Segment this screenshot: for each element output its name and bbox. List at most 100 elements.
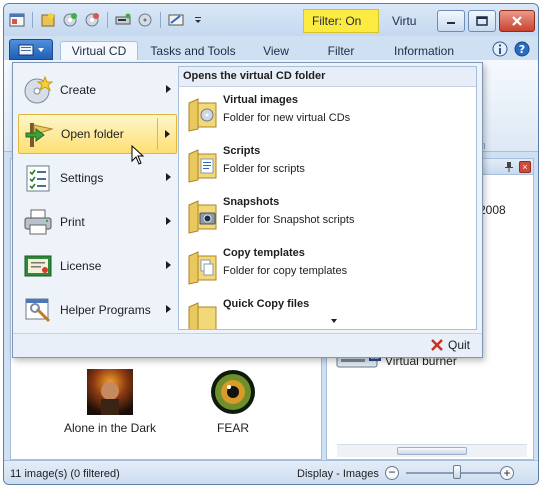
license-certificate-icon [22, 250, 54, 282]
submenu-item-scripts[interactable]: Scripts Folder for scripts [183, 142, 473, 190]
folder-camera-icon [188, 200, 217, 234]
maximize-icon [476, 16, 488, 26]
eject-disc-icon[interactable] [83, 11, 101, 29]
submenu-arrow-icon [166, 305, 171, 313]
quit-label: Quit [447, 338, 470, 352]
app-icon[interactable] [8, 11, 26, 29]
submenu-item-title: Quick Copy files [223, 298, 310, 310]
tab-filter[interactable]: Filter [316, 41, 366, 60]
library-item[interactable]: Alone in the Dark [55, 369, 165, 435]
insert-disc-icon[interactable] [61, 11, 79, 29]
submenu-header: Opens the virtual CD folder [179, 67, 476, 87]
folder-quickcopy-icon [188, 302, 217, 329]
scrollbar-thumb[interactable] [397, 447, 467, 455]
chevron-down-icon [38, 47, 44, 52]
submenu-item-description: Folder for new virtual CDs [223, 112, 351, 124]
minimize-button[interactable] [437, 10, 465, 32]
game-cover-icon [87, 369, 133, 415]
menu-item-open-folder[interactable]: Open folder [18, 114, 177, 154]
eye-cover-icon [210, 369, 256, 415]
close-button[interactable] [499, 10, 535, 32]
menu-item-label: Print [60, 215, 85, 229]
image-count-status: 11 image(s) (0 filtered) [10, 468, 120, 480]
menu-item-label: Open folder [61, 127, 124, 141]
info-icon[interactable] [492, 41, 508, 57]
submenu-arrow-icon [165, 130, 170, 138]
quit-icon [431, 339, 443, 351]
ribbon-tab-bar: Virtual CD Tasks and Tools View Filter I… [4, 36, 538, 60]
zoom-in-button[interactable]: + [500, 466, 514, 480]
submenu-arrow-icon [166, 261, 171, 269]
submenu-item-title: Copy templates [223, 247, 305, 259]
help-icons: ? [492, 41, 530, 57]
submenu-item-title: Scripts [223, 145, 261, 157]
filter-status-badge[interactable]: Filter: On [303, 9, 379, 33]
help-icon[interactable]: ? [514, 41, 530, 57]
open-folder-submenu: Opens the virtual CD folder Virtual imag… [178, 66, 477, 330]
menu-item-helper-programs[interactable]: Helper Programs [18, 290, 177, 330]
submenu-item-copy-templates[interactable]: Copy templates Folder for copy templates [183, 244, 473, 292]
tab-tasks-and-tools[interactable]: Tasks and Tools [144, 41, 242, 60]
folder-script-icon [188, 149, 217, 183]
library-item-label: FEAR [216, 421, 249, 435]
disc-drive-icon[interactable] [136, 11, 154, 29]
tab-information[interactable]: Information [382, 41, 466, 60]
mouse-pointer-icon [131, 145, 145, 165]
printer-icon [22, 206, 54, 238]
library-item-label: Alone in the Dark [63, 421, 157, 435]
submenu-item-title: Snapshots [223, 196, 280, 208]
quit-button[interactable]: Quit [430, 338, 470, 352]
submenu-item-description: Folder for scripts [223, 163, 305, 175]
new-image-icon[interactable] [39, 11, 57, 29]
submenu-item-virtual-images[interactable]: Virtual images Folder for new virtual CD… [183, 91, 473, 139]
submenu-item-title: Virtual images [223, 94, 298, 106]
submenu-item-snapshots[interactable]: Snapshots Folder for Snapshot scripts [183, 193, 473, 241]
create-cd-icon [22, 74, 54, 106]
menu-item-settings[interactable]: Settings [18, 158, 177, 198]
submenu-arrow-icon [166, 217, 171, 225]
application-menu: Create Open folder Settings Print Licens… [12, 62, 483, 358]
customize-toolbar-icon[interactable] [189, 11, 207, 29]
menu-item-label: Settings [60, 171, 104, 185]
zoom-out-button[interactable]: − [385, 466, 399, 480]
menu-item-label: Helper Programs [60, 303, 151, 317]
open-folder-icon [23, 118, 55, 150]
display-mode-label: Display - Images [297, 468, 379, 480]
menu-item-license[interactable]: License [18, 246, 177, 286]
horizontal-scrollbar[interactable] [337, 444, 527, 457]
status-bar: 11 image(s) (0 filtered) Display - Image… [4, 460, 538, 484]
scroll-down-icon[interactable] [331, 319, 337, 323]
menu-item-label: Create [60, 83, 97, 97]
submenu-item-description: Folder for copy templates [223, 265, 348, 277]
tab-virtual-cd[interactable]: Virtual CD [60, 41, 138, 60]
library-item[interactable]: FEAR [193, 369, 273, 435]
toolbar-separator [160, 12, 161, 28]
app-menu-command-list: Create Open folder Settings Print Licens… [16, 66, 177, 330]
maximize-button[interactable] [468, 10, 496, 32]
tab-view[interactable]: View [254, 41, 298, 60]
burner-icon[interactable] [114, 11, 132, 29]
menu-item-label: License [60, 259, 102, 273]
menu-item-create[interactable]: Create [18, 70, 177, 110]
minimize-icon [447, 22, 455, 24]
toolbar-separator [32, 12, 33, 28]
menu-item-print[interactable]: Print [18, 202, 177, 242]
app-window: Filter: On Virtu Virtual CD Tasks and To… [3, 3, 539, 485]
pane-close-button[interactable]: × [519, 161, 531, 173]
submenu-item-quick-copy-files[interactable]: Quick Copy files [183, 295, 473, 329]
window-title: Virtu [392, 14, 417, 28]
title-bar: Filter: On Virtu [4, 4, 538, 36]
application-menu-button[interactable] [9, 39, 53, 60]
svg-text:?: ? [519, 43, 525, 56]
zoom-slider-handle[interactable] [453, 465, 461, 479]
submenu-item-description: Folder for Snapshot scripts [223, 214, 355, 226]
edit-tool-icon[interactable] [167, 11, 185, 29]
close-icon [512, 16, 522, 26]
app-menu-footer: Quit [13, 333, 482, 357]
app-menu-icon [18, 44, 34, 55]
quick-access-toolbar [8, 11, 207, 29]
pin-icon[interactable] [504, 161, 514, 173]
folder-disc-icon [188, 98, 217, 132]
submenu-arrow-icon [166, 85, 171, 93]
settings-checklist-icon [22, 162, 54, 194]
